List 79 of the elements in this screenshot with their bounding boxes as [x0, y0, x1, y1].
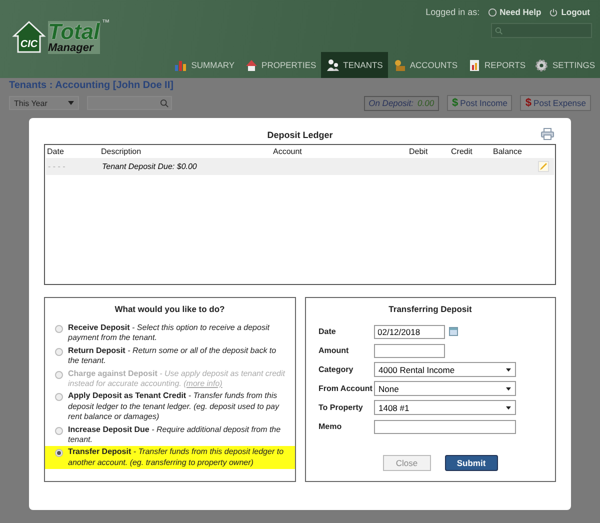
- column-header: Credit: [451, 147, 474, 156]
- dropdown-field[interactable]: 4000 Rental Income: [374, 362, 516, 377]
- option-text: Apply Deposit as Tenant Credit - Transfer funds from this deposit ledger to the tenant ledger. (eg. deposit used to pay rent balance or damages): [68, 391, 280, 423]
- bar-chart-icon: [174, 58, 188, 72]
- caret-icon: [506, 386, 510, 390]
- caret-icon: [506, 368, 510, 372]
- column-header: Account: [273, 147, 303, 156]
- help-icon: [488, 8, 497, 16]
- on-deposit-label: On Deposit:: [368, 98, 414, 108]
- option-text: Return Deposit - Return some or all of the deposit back to the tenant.: [68, 346, 278, 367]
- nav-tab[interactable]: PROPERTIES: [240, 52, 322, 78]
- memo-field[interactable]: [374, 420, 516, 434]
- dropdown-field[interactable]: 1408 #1: [374, 400, 516, 415]
- date-cell-text: - - - -: [48, 162, 66, 171]
- logged-in-label: Logged in as:: [426, 7, 480, 17]
- radio-button[interactable]: [55, 325, 63, 333]
- people-icon: [326, 58, 340, 72]
- period-dropdown[interactable]: This Year: [9, 96, 79, 110]
- coins-icon: [392, 58, 406, 72]
- logout-link[interactable]: Logout: [549, 7, 590, 17]
- nav-tab[interactable]: REPORTS: [462, 52, 530, 78]
- nav-tab[interactable]: ACCOUNTS: [388, 52, 463, 78]
- search-icon: [160, 98, 169, 108]
- option-row[interactable]: Transfer Deposit - Transfer funds from this deposit ledger to another account. (eg. transferring to property owner): [45, 446, 294, 470]
- field-label: From Account: [318, 384, 374, 393]
- search-icon: [495, 26, 503, 34]
- option-text: Charge against Deposit - Use apply deposit as tenant credit instead for accurate accounting. (more info): [68, 368, 286, 390]
- logo-title: Total: [48, 20, 100, 42]
- date-field[interactable]: 02/12/2018: [374, 324, 444, 338]
- option-text: Receive Deposit - Select this option to receive a deposit payment from the tenant.: [68, 323, 271, 344]
- help-link[interactable]: Need Help: [488, 7, 542, 17]
- house-icon: [244, 58, 258, 72]
- option-row[interactable]: Receive Deposit - Select this option to receive a deposit payment from the tenant.: [45, 322, 294, 345]
- panel-title: What would you like to do?: [114, 304, 226, 314]
- option-text: Transfer Deposit - Transfer funds from this deposit ledger to another account. (eg. transferring to property owner): [68, 447, 285, 468]
- search-field[interactable]: [491, 23, 592, 38]
- trademark-sign: ™: [102, 18, 110, 27]
- submit-button[interactable]: Submit: [444, 455, 498, 471]
- gear-icon: [535, 58, 548, 72]
- report-icon: [468, 58, 481, 72]
- panel-title: Transferring Deposit: [388, 304, 473, 314]
- option-row[interactable]: Apply Deposit as Tenant Credit - Transfer funds from this deposit ledger to the tenant ledger. (eg. deposit used to pay rent balance or damages): [45, 390, 294, 424]
- option-text: Increase Deposit Due - Require additional deposit from the tenant.: [68, 424, 282, 446]
- dialog-title: Deposit Ledger: [267, 130, 333, 140]
- power-icon: [549, 8, 558, 16]
- nav-tab[interactable]: SETTINGS: [530, 52, 600, 78]
- radio-button[interactable]: [55, 426, 63, 435]
- radio-button[interactable]: [55, 449, 63, 458]
- radio-button[interactable]: [55, 348, 63, 356]
- field-label: Amount: [318, 346, 350, 355]
- radio-button[interactable]: [55, 393, 63, 402]
- column-header: Debit: [409, 147, 429, 156]
- logo-mark: CIC: [20, 39, 38, 50]
- option-row[interactable]: Increase Deposit Due - Require additional deposit from the tenant.: [45, 424, 294, 446]
- close-button[interactable]: Close: [382, 455, 431, 471]
- nav-tab[interactable]: SUMMARY: [169, 52, 240, 78]
- post-income-button[interactable]: $ Post Income: [447, 95, 512, 111]
- dropdown-field[interactable]: None: [374, 381, 516, 396]
- field-label: Category: [318, 365, 354, 374]
- amount-field[interactable]: [374, 344, 444, 358]
- breadcrumb: Tenants : Accounting [John Doe II]: [8, 79, 174, 93]
- column-header: Date: [47, 147, 65, 156]
- filter-search-field[interactable]: [87, 96, 172, 110]
- column-header: Balance: [493, 147, 523, 156]
- description-cell-text: Tenant Deposit Due: $0.00: [102, 162, 198, 171]
- print-icon[interactable]: [541, 128, 554, 140]
- caret-icon: [506, 406, 510, 410]
- column-header: Description: [101, 147, 142, 156]
- field-label: Date: [318, 327, 337, 336]
- logo-subtitle: Manager: [48, 42, 100, 54]
- pencil-icon[interactable]: [538, 161, 549, 172]
- option-row[interactable]: Return Deposit - Return some or all of the deposit back to the tenant.: [45, 344, 294, 368]
- field-label: To Property: [318, 403, 364, 412]
- field-label: Memo: [318, 422, 343, 431]
- caret-icon: [68, 101, 74, 105]
- on-deposit-value: 0.00: [418, 98, 434, 108]
- calendar-icon[interactable]: [448, 327, 458, 336]
- post-expense-button[interactable]: $ Post Expense: [520, 95, 591, 111]
- nav-tab[interactable]: TENANTS: [321, 52, 388, 78]
